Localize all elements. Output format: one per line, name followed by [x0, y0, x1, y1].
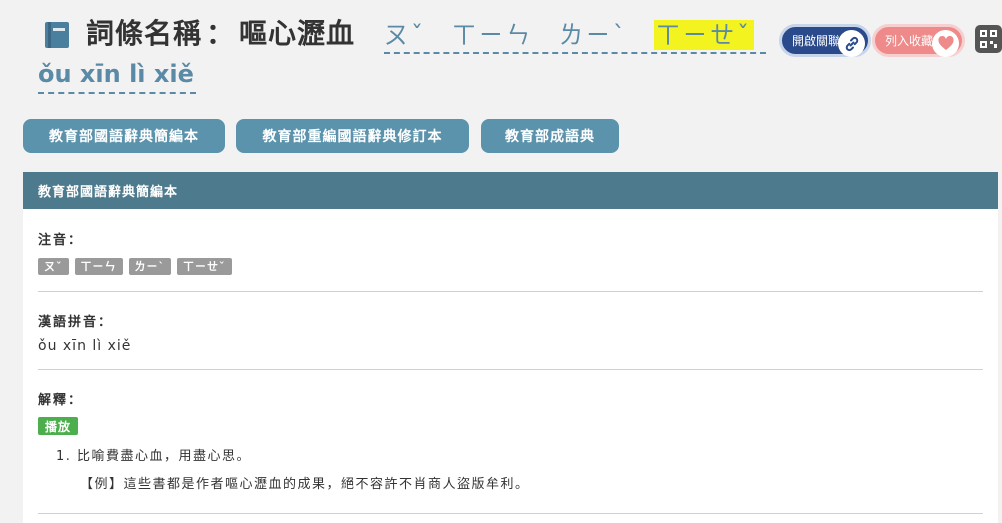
- tab-idiom-dictionary[interactable]: 教育部成語典: [481, 119, 619, 153]
- divider: [38, 291, 983, 292]
- zhuyin-syllable: ㄌㄧˋ: [559, 21, 628, 49]
- dictionary-entry-panel: 教育部國語辭典簡編本 注音： ㄡˇ ㄒㄧㄣ ㄌㄧˋ ㄒㄧㄝˇ 漢語拼音： ǒu …: [23, 172, 998, 523]
- panel-heading: 教育部國語辭典簡編本: [23, 172, 998, 209]
- zhuyin-label: 注音：: [38, 233, 84, 248]
- tab-revised-dictionary[interactable]: 教育部重編國語辭典修訂本: [236, 119, 469, 153]
- add-favorite-label: 列入收藏: [885, 34, 934, 48]
- zhuyin-chip: ㄡˇ: [38, 258, 69, 275]
- page-title: 詞條名稱：嘔心瀝血: [86, 17, 356, 50]
- qr-code-icon[interactable]: [975, 25, 1002, 53]
- example-sentence: 【例】這些書都是作者嘔心瀝血的成果，絕不容許不肖商人盜版牟利。: [80, 477, 530, 492]
- play-button[interactable]: 播放: [38, 417, 78, 435]
- entry-header: 詞條名稱：嘔心瀝血 ㄡˇ ㄒㄧㄣ ㄌㄧˋ ㄒㄧㄝˇ ǒu xīn lì xiě …: [0, 0, 1002, 110]
- add-favorite-button[interactable]: 列入收藏: [872, 24, 965, 57]
- definition-label: 解釋：: [38, 393, 84, 408]
- pinyin-value: ǒu xīn lì xiě: [38, 338, 132, 354]
- book-icon: [45, 22, 69, 48]
- zhuyin-chip: ㄒㄧㄝˇ: [177, 258, 232, 275]
- zhuyin-chip: ㄒㄧㄣ: [74, 258, 123, 275]
- definition-item: 1. 比喻費盡心血，用盡心思。: [56, 449, 252, 464]
- zhuyin-chip: ㄌㄧˋ: [128, 258, 171, 275]
- link-icon: [838, 30, 865, 57]
- open-links-button[interactable]: 開啟關聯: [779, 24, 871, 57]
- zhuyin-chips: ㄡˇ ㄒㄧㄣ ㄌㄧˋ ㄒㄧㄝˇ: [38, 258, 232, 275]
- open-links-label: 開啟關聯: [792, 34, 841, 48]
- divider: [38, 369, 983, 370]
- pinyin-label: 漢語拼音：: [38, 315, 114, 330]
- zhuyin-syllable: ㄡˇ: [384, 21, 426, 49]
- heart-icon: [932, 30, 959, 57]
- zhuyin-syllable-highlighted: ㄒㄧㄝˇ: [654, 20, 754, 50]
- divider: [38, 513, 983, 514]
- zhuyin-syllable: ㄒㄧㄣ: [452, 21, 533, 49]
- zhuyin-heading: ㄡˇ ㄒㄧㄣ ㄌㄧˋ ㄒㄧㄝˇ: [384, 20, 766, 54]
- pinyin-heading: ǒu xīn lì xiě: [38, 58, 196, 94]
- tab-concised-dictionary[interactable]: 教育部國語辭典簡編本: [23, 119, 225, 153]
